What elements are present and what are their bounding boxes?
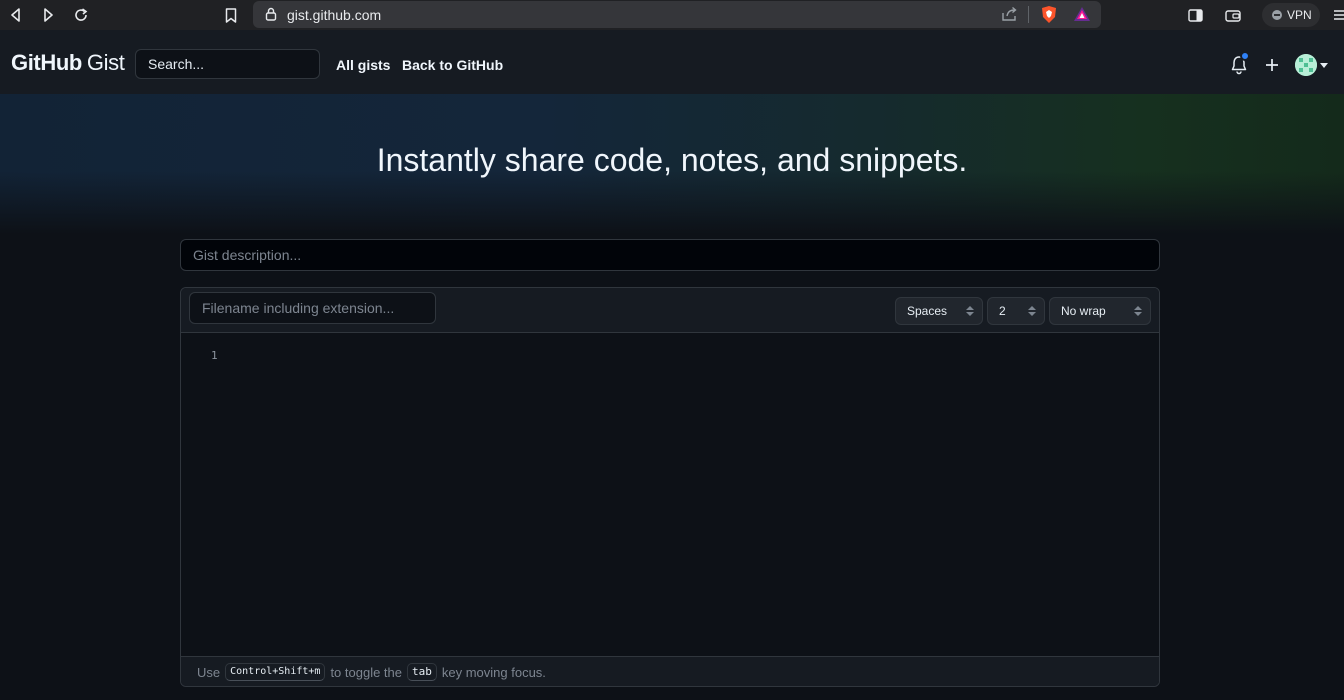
tab-kbd: tab [407,663,437,681]
gist-header: GitHubGist All gists Back to GitHub [0,30,1344,94]
vpn-button[interactable]: VPN [1262,3,1320,27]
sidebar-toggle-icon[interactable] [1185,5,1205,25]
user-avatar[interactable] [1295,54,1317,76]
avatar-dropdown-caret-icon[interactable] [1320,63,1328,68]
brave-rewards-icon[interactable] [1073,6,1091,27]
wrap-mode-select[interactable]: No wrap [1049,297,1151,325]
menu-icon[interactable] [1330,5,1344,25]
gist-file-editor: Spaces 2 No wrap 1 Use Control+Shift+m t… [180,287,1160,687]
back-icon[interactable] [6,5,26,25]
shortcut-kbd: Control+Shift+m [225,663,326,681]
footer-text-after: key moving focus. [441,664,546,680]
wrap-mode-value: No wrap [1061,304,1106,318]
address-bar[interactable]: gist.github.com [253,1,1101,28]
code-editor[interactable]: 1 [181,334,1159,656]
github-gist-logo[interactable]: GitHub Gist [11,50,125,76]
share-icon[interactable] [1001,6,1018,27]
indent-size-select[interactable]: 2 [987,297,1045,325]
select-arrows-icon [1028,306,1036,317]
line-number: 1 [211,349,218,362]
logo-github-text: GitHub [11,50,82,75]
back-to-github-link[interactable]: Back to GitHub [402,57,503,73]
vpn-label: VPN [1287,8,1312,22]
lock-icon [265,7,277,26]
bookmark-icon[interactable] [221,5,241,25]
indent-size-value: 2 [999,304,1006,318]
wallet-icon[interactable] [1223,5,1243,25]
footer-text-before: Use [197,664,221,680]
editor-footer: Use Control+Shift+m to toggle the tab ke… [181,656,1159,686]
file-header: Spaces 2 No wrap [181,288,1159,333]
search-input[interactable] [135,49,320,79]
brave-shield-icon[interactable] [1040,5,1058,29]
reload-icon[interactable] [71,5,91,25]
footer-text-middle: to toggle the [330,664,402,680]
notification-indicator [1240,51,1250,61]
address-divider [1028,6,1029,23]
vpn-status-icon [1272,10,1282,20]
create-new-icon[interactable] [1262,55,1282,75]
forward-icon[interactable] [38,5,58,25]
gist-description-input[interactable] [180,239,1160,271]
url-text: gist.github.com [287,6,382,23]
indent-mode-value: Spaces [907,304,948,318]
filename-input[interactable] [189,292,436,324]
indent-mode-select[interactable]: Spaces [895,297,983,325]
hero-title: Instantly share code, notes, and snippet… [376,142,968,178]
logo-gist-text: Gist [86,50,125,75]
all-gists-link[interactable]: All gists [336,57,390,73]
hero-banner: Instantly share code, notes, and snippet… [0,94,1344,234]
select-arrows-icon [1134,306,1142,317]
select-arrows-icon [966,306,974,317]
browser-toolbar: gist.github.com VPN [0,0,1344,30]
